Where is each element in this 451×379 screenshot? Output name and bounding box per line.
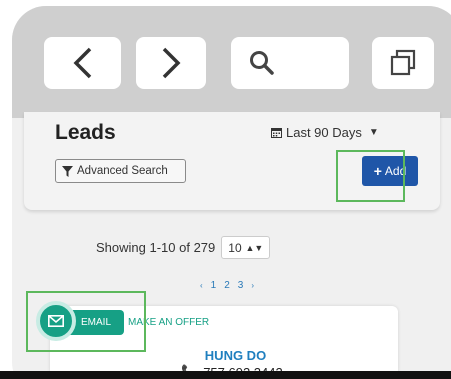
pagination-summary: Showing 1-10 of 279 10 ▲▼ [96,236,271,259]
showing-text: Showing 1-10 of 279 [96,240,216,255]
tabs-icon [390,49,416,76]
back-button[interactable] [44,37,121,89]
page-1[interactable]: 1 [209,278,219,293]
page-2[interactable]: 2 [222,278,232,293]
date-range-dropdown[interactable]: Last 90 Days ▼ [271,125,379,140]
search-button[interactable] [231,37,349,89]
add-button-highlight [336,150,405,202]
select-arrows-icon: ▲▼ [245,242,264,253]
pager: ‹ 1 2 3 › [198,278,256,293]
per-page-select[interactable]: 10 ▲▼ [221,236,271,259]
calendar-icon [271,128,282,138]
email-button-highlight [26,291,146,352]
forward-button[interactable] [136,37,206,89]
advanced-search-label: Advanced Search [77,165,168,177]
pager-next-icon[interactable]: › [249,279,256,292]
pager-prev-icon[interactable]: ‹ [198,279,205,292]
browser-toolbar [12,6,451,118]
chevron-left-icon [73,47,91,79]
page-title: Leads [55,121,116,144]
filter-icon [62,165,73,177]
page-3[interactable]: 3 [236,278,246,293]
date-filter-label: Last 90 Days [286,125,362,140]
tabs-button[interactable] [372,37,434,89]
chevron-right-icon [162,47,181,79]
bottom-bar [0,371,451,379]
search-icon [250,51,274,75]
per-page-value: 10 [228,240,242,255]
lead-name[interactable]: HUNG DO [0,348,451,363]
caret-down-icon: ▼ [368,127,379,138]
advanced-search-button[interactable]: Advanced Search [55,159,186,183]
